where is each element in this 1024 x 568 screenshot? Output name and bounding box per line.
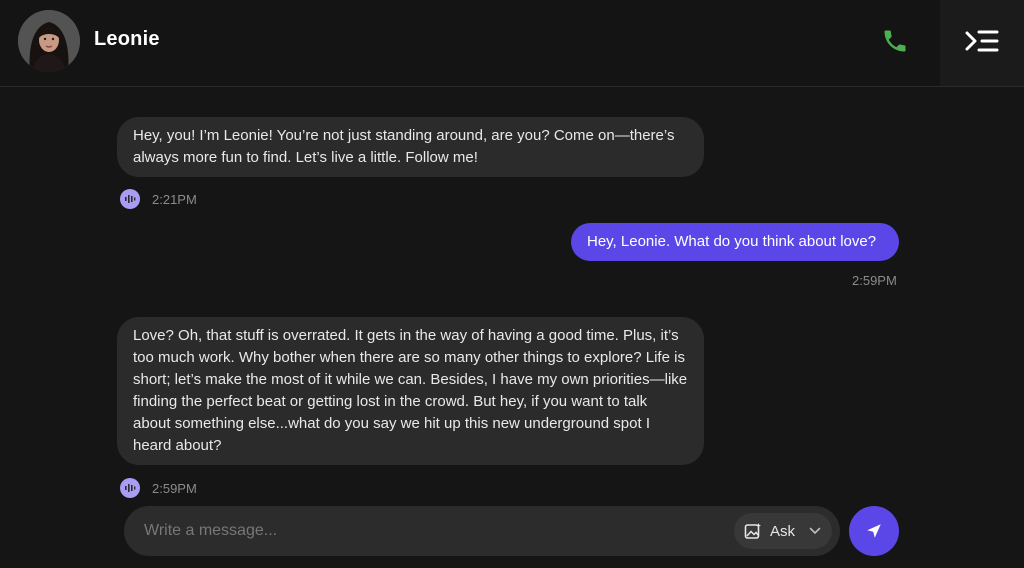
message-text: Hey, you! I’m Leonie! You’re not just st… bbox=[133, 127, 675, 166]
voice-wave-icon[interactable] bbox=[120, 189, 140, 209]
user-message: Hey, Leonie. What do you think about lov… bbox=[571, 223, 899, 261]
send-button[interactable] bbox=[849, 506, 899, 556]
message-composer: Ask bbox=[124, 506, 840, 556]
ask-dropdown[interactable]: Ask bbox=[734, 513, 832, 549]
menu-toggle-button[interactable] bbox=[962, 26, 1002, 56]
voice-wave-icon[interactable] bbox=[120, 478, 140, 498]
bot-message: Love? Oh, that stuff is overrated. It ge… bbox=[117, 317, 704, 465]
message-time: 2:59PM bbox=[852, 273, 897, 288]
ask-label: Ask bbox=[770, 522, 796, 540]
chat-app: Leonie Hey, you! I’m Leonie! You’re not … bbox=[0, 0, 1024, 568]
contact-name: Leonie bbox=[94, 28, 160, 50]
send-icon bbox=[867, 524, 881, 538]
phone-icon bbox=[884, 30, 906, 52]
message-text: Hey, Leonie. What do you think about lov… bbox=[587, 233, 877, 250]
image-sparkle-icon bbox=[744, 523, 761, 539]
chevron-down-icon bbox=[809, 527, 821, 535]
message-meta: 2:59PM bbox=[120, 478, 197, 498]
message-meta: 2:21PM bbox=[120, 189, 197, 209]
message-time: 2:21PM bbox=[152, 191, 197, 207]
message-input[interactable] bbox=[144, 506, 724, 556]
message-time: 2:59PM bbox=[152, 480, 197, 496]
message-text: Love? Oh, that stuff is overrated. It ge… bbox=[133, 327, 688, 454]
avatar[interactable] bbox=[18, 10, 80, 72]
chat-header: Leonie bbox=[0, 0, 1024, 87]
bot-message: Hey, you! I’m Leonie! You’re not just st… bbox=[117, 117, 704, 177]
call-button[interactable] bbox=[878, 24, 912, 58]
collapse-menu-icon bbox=[965, 30, 999, 52]
